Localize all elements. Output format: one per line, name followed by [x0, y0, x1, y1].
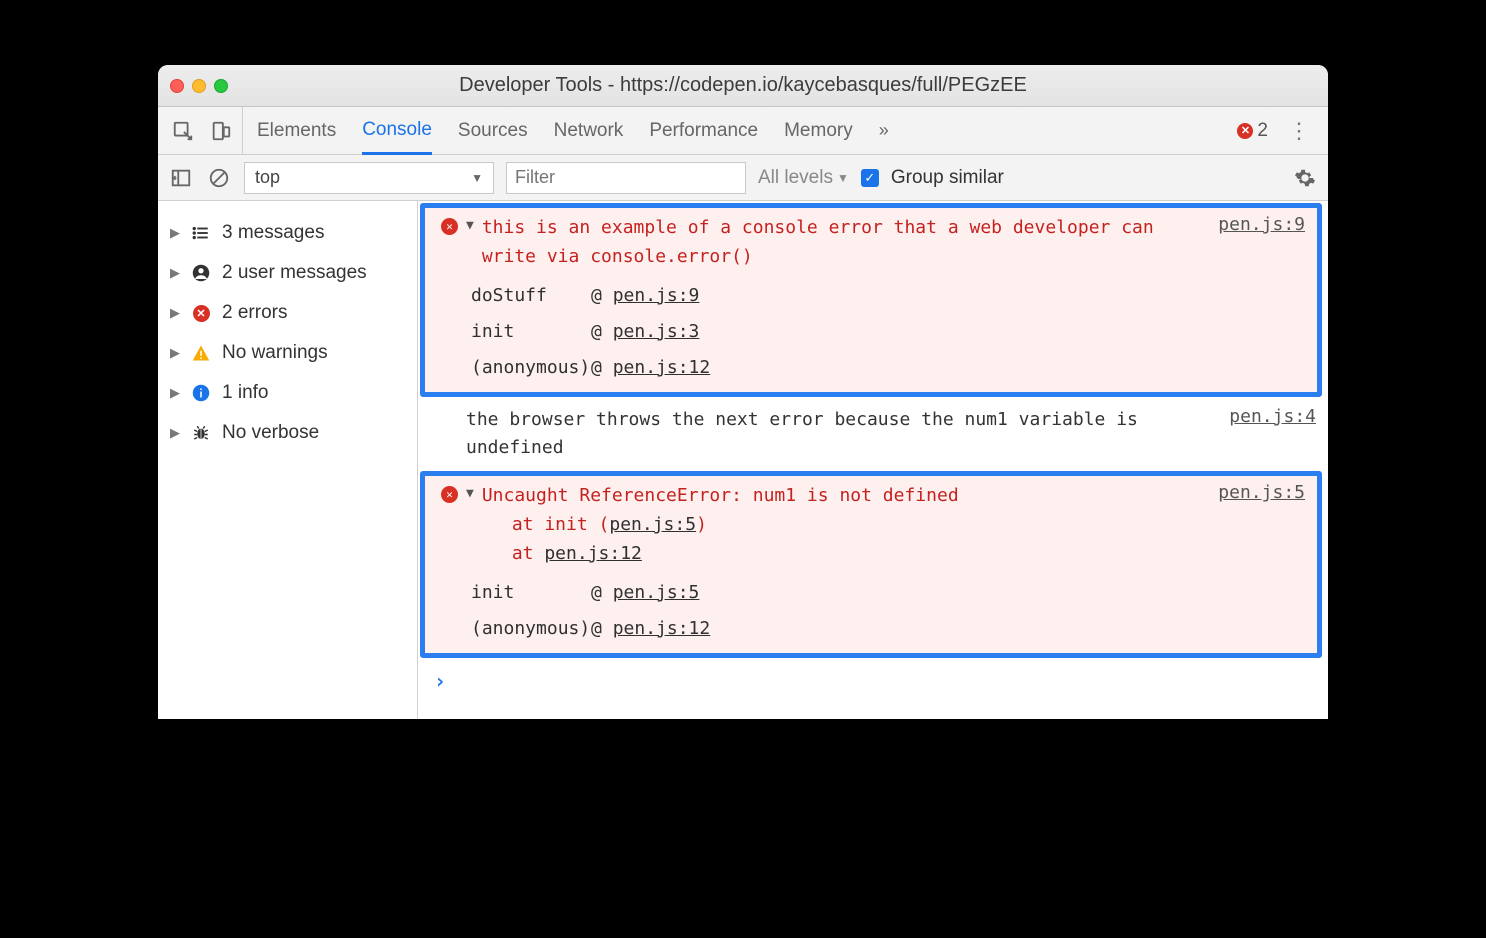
source-link[interactable]: pen.js:12: [544, 543, 642, 564]
console-settings-icon[interactable]: [1292, 165, 1318, 191]
devtools-tabs: Elements Console Sources Network Perform…: [257, 107, 889, 154]
console-log-message[interactable]: the browser throws the next error becaus…: [418, 400, 1328, 470]
context-value: top: [255, 167, 280, 188]
devtools-left-icons: [170, 107, 243, 154]
highlight-box-1: ▼ this is an example of a console error …: [420, 203, 1322, 397]
console-body: ▶ 3 messages ▶ 2 user messages ▶ ✕ 2 err…: [158, 201, 1328, 719]
tab-sources[interactable]: Sources: [458, 107, 528, 154]
titlebar: Developer Tools - https://codepen.io/kay…: [158, 65, 1328, 107]
sidebar-item-label: 1 info: [222, 382, 268, 404]
stack-source-link[interactable]: pen.js:3: [613, 321, 700, 342]
tab-console[interactable]: Console: [362, 108, 432, 155]
tab-elements[interactable]: Elements: [257, 107, 336, 154]
console-error-message[interactable]: ▼ this is an example of a console error …: [425, 208, 1317, 278]
source-link[interactable]: pen.js:9: [1218, 214, 1305, 272]
error-icon: [441, 218, 458, 235]
console-error-message[interactable]: ▼ Uncaught ReferenceError: num1 is not d…: [425, 476, 1317, 574]
chevron-down-icon: ▼: [471, 171, 483, 185]
stack-source-link[interactable]: pen.js:12: [613, 357, 711, 378]
error-icon: [441, 486, 458, 503]
close-window-button[interactable]: [170, 79, 184, 93]
error-text: Uncaught ReferenceError: num1 is not def…: [482, 482, 1210, 568]
stack-frame: (anonymous)@ pen.js:12: [471, 350, 1305, 386]
tabs-overflow-button[interactable]: »: [879, 120, 889, 141]
sidebar-item-verbose[interactable]: ▶ No verbose: [158, 413, 417, 453]
stack-trace: init@ pen.js:5 (anonymous)@ pen.js:12: [441, 575, 1305, 647]
console-sidebar: ▶ 3 messages ▶ 2 user messages ▶ ✕ 2 err…: [158, 201, 418, 719]
expand-icon: ▶: [170, 385, 180, 401]
source-link[interactable]: pen.js:5: [609, 514, 696, 535]
collapse-icon[interactable]: ▼: [466, 218, 474, 272]
sidebar-item-info[interactable]: ▶ 1 info: [158, 373, 417, 413]
stack-trace: doStuff@ pen.js:9 init@ pen.js:3 (anonym…: [441, 278, 1305, 386]
source-link[interactable]: pen.js:4: [1229, 406, 1316, 464]
sidebar-item-label: No warnings: [222, 342, 328, 364]
inspect-element-icon[interactable]: [170, 118, 196, 144]
list-icon: [190, 224, 212, 242]
bug-icon: [190, 424, 212, 442]
clear-console-icon[interactable]: [206, 165, 232, 191]
console-prompt[interactable]: ›: [418, 661, 1328, 701]
stack-source-link[interactable]: pen.js:12: [613, 618, 711, 639]
levels-label: All levels: [758, 167, 833, 189]
expand-icon: ▶: [170, 345, 180, 361]
source-link[interactable]: pen.js:5: [1218, 482, 1305, 568]
sidebar-item-label: 3 messages: [222, 222, 324, 244]
collapse-icon[interactable]: ▼: [466, 486, 474, 568]
expand-icon: ▶: [170, 265, 180, 281]
sidebar-item-label: No verbose: [222, 422, 319, 444]
error-icon: ✕: [1237, 123, 1253, 139]
traffic-lights: [170, 79, 228, 93]
stack-source-link[interactable]: pen.js:9: [613, 285, 700, 306]
sidebar-item-label: 2 errors: [222, 302, 287, 324]
warning-icon: [190, 344, 212, 362]
stack-frame: init@ pen.js:3: [471, 314, 1305, 350]
tab-row: Elements Console Sources Network Perform…: [158, 107, 1328, 155]
sidebar-item-errors[interactable]: ▶ ✕ 2 errors: [158, 293, 417, 333]
group-similar-label: Group similar: [891, 167, 1004, 189]
user-icon: [190, 264, 212, 282]
window-title: Developer Tools - https://codepen.io/kay…: [158, 74, 1328, 97]
sidebar-item-warnings[interactable]: ▶ No warnings: [158, 333, 417, 373]
stack-frame: doStuff@ pen.js:9: [471, 278, 1305, 314]
info-icon: [190, 384, 212, 402]
sidebar-item-user-messages[interactable]: ▶ 2 user messages: [158, 253, 417, 293]
stack-frame: init@ pen.js:5: [471, 575, 1305, 611]
toggle-sidebar-icon[interactable]: [168, 165, 194, 191]
zoom-window-button[interactable]: [214, 79, 228, 93]
error-icon: ✕: [190, 305, 212, 322]
expand-icon: ▶: [170, 305, 180, 321]
chevron-down-icon: ▼: [837, 171, 849, 185]
stack-frame: (anonymous)@ pen.js:12: [471, 611, 1305, 647]
log-text: the browser throws the next error becaus…: [466, 406, 1221, 464]
devtools-menu-button[interactable]: ⋮: [1282, 118, 1316, 144]
sidebar-item-label: 2 user messages: [222, 262, 367, 284]
highlight-box-2: ▼ Uncaught ReferenceError: num1 is not d…: [420, 471, 1322, 657]
device-toolbar-icon[interactable]: [208, 118, 234, 144]
tab-network[interactable]: Network: [554, 107, 624, 154]
stack-source-link[interactable]: pen.js:5: [613, 582, 700, 603]
expand-icon: ▶: [170, 225, 180, 241]
error-count-badge[interactable]: ✕ 2: [1237, 120, 1268, 142]
log-levels-selector[interactable]: All levels ▼: [758, 167, 849, 189]
group-similar-checkbox[interactable]: ✓: [861, 169, 879, 187]
tab-performance[interactable]: Performance: [649, 107, 758, 154]
console-output: ▼ this is an example of a console error …: [418, 201, 1328, 719]
filter-input[interactable]: [506, 162, 746, 194]
error-text: this is an example of a console error th…: [482, 214, 1210, 272]
tab-memory[interactable]: Memory: [784, 107, 853, 154]
minimize-window-button[interactable]: [192, 79, 206, 93]
sidebar-item-messages[interactable]: ▶ 3 messages: [158, 213, 417, 253]
console-toolbar: top ▼ All levels ▼ ✓ Group similar: [158, 155, 1328, 201]
context-selector[interactable]: top ▼: [244, 162, 494, 194]
devtools-window: Developer Tools - https://codepen.io/kay…: [158, 65, 1328, 719]
expand-icon: ▶: [170, 425, 180, 441]
error-count: 2: [1257, 120, 1268, 142]
